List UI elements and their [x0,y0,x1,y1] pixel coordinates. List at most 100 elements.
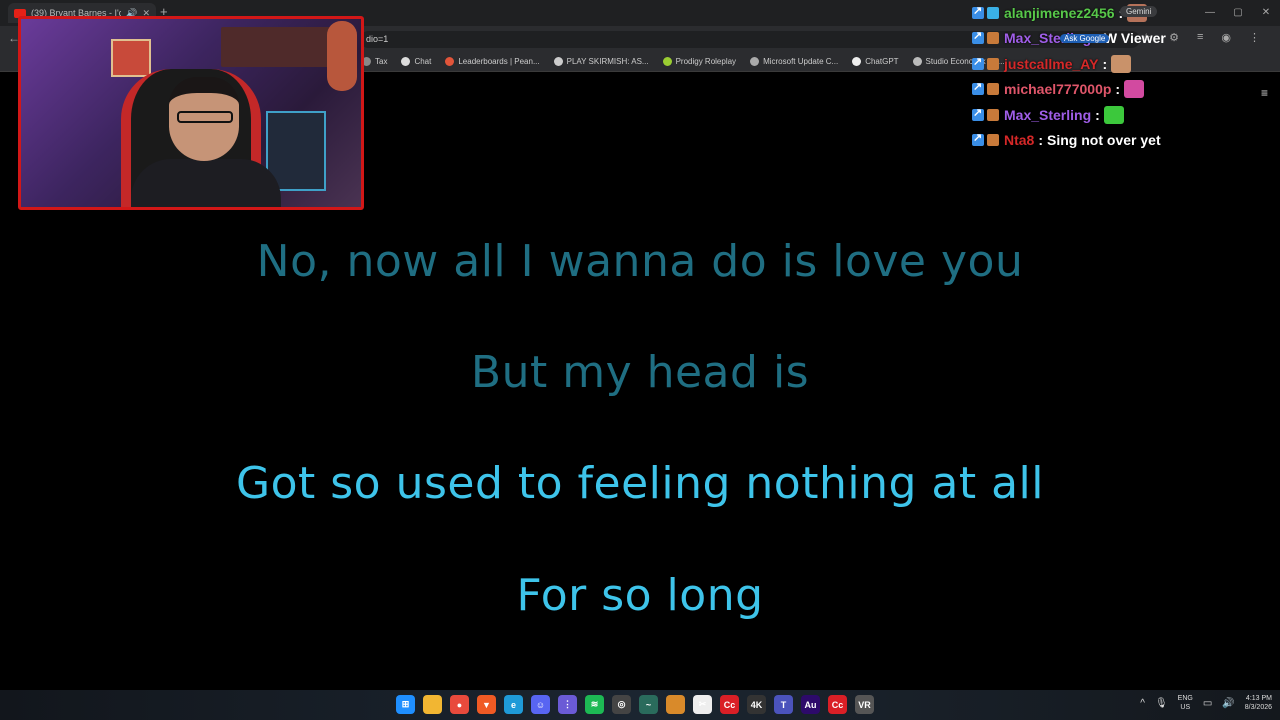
prime-badge-icon [972,106,984,121]
chat-message: Max_Sterling:W Viewer [972,26,1272,52]
chat-overlay: alanjimenez2456:Max_Sterling:W Viewerjus… [972,0,1272,153]
poster [111,39,151,77]
creative-cloud-icon[interactable]: Cc [720,695,739,714]
glasses [177,111,233,123]
clock[interactable]: 4:13 PM 8/3/2026 [1245,694,1272,712]
clock-time: 4:13 PM [1245,695,1272,702]
bookmark-label: Chat [414,57,432,66]
gemini-label: Gemini [1126,7,1152,16]
chat-username[interactable]: Max_Sterling [1004,107,1091,123]
bookmark-label: ChatGPT [865,57,899,66]
prime-badge-icon [972,131,984,147]
bookmark-favicon-icon [445,57,455,66]
prime-badge-icon [972,29,984,45]
emote-icon [1124,80,1145,99]
chat-message: justcallme_AY: [972,51,1272,77]
audition-icon[interactable]: Au [801,695,820,714]
chat-message: Nta8:Sing not over yet [972,128,1272,154]
chat-username[interactable]: alanjimenez2456 [1004,5,1115,21]
bookmark-label: Microsoft Update C... [763,57,839,66]
streamer-body [131,159,281,207]
4k-downloader-icon[interactable]: 4K [747,695,766,714]
spotify-icon[interactable]: ≋ [585,695,604,714]
vlc-icon[interactable]: VR [855,695,874,714]
bookmark-item[interactable]: Tax [362,57,387,66]
file-explorer-icon[interactable] [423,695,442,714]
bookmark-favicon-icon [553,57,563,66]
chat-username[interactable]: Nta8 [1004,132,1034,148]
chat-text: Sing not over yet [1047,132,1161,149]
brave-icon[interactable]: ▼ [477,695,496,714]
sub-badge-icon [987,57,999,70]
bookmark-item[interactable]: PLAY SKIRMISH: AS... [553,57,649,66]
webcam-overlay [18,16,364,210]
gemini-button[interactable]: Gemini [1120,6,1158,17]
chat-text: W Viewer [1103,30,1166,47]
chrome-icon[interactable]: ● [450,695,469,714]
bookmark-label: PLAY SKIRMISH: AS... [566,57,649,66]
clock-date: 8/3/2026 [1244,704,1272,711]
creative-cloud-alt-icon[interactable]: Cc [828,695,847,714]
bookmark-label: Leaderboards | Pean... [458,57,540,66]
bookmark-item[interactable]: Microsoft Update C... [750,57,838,66]
apps-grid-icon[interactable]: ⋮ [558,695,577,714]
audio-app-icon[interactable]: ~ [639,695,658,714]
obs-icon[interactable]: ◎ [612,695,631,714]
taskbar-apps: ⊞ ● ▼ e ☺ ⋮ ≋ ◎ ~ ✂ Cc 4K T Au Cc VR [396,695,874,714]
emote-icon [1103,105,1124,124]
chat-message: michael777000p: [972,77,1272,103]
bookmark-label: Prodigy Roleplay [675,57,737,66]
sub-badge-icon [987,32,999,45]
chevron-up-icon[interactable]: ^ [1140,698,1145,709]
lyric-line-4: For so long [516,570,764,621]
shelf [221,27,341,67]
prime-badge-icon [972,55,984,70]
language-region: US [1180,704,1191,711]
language-indicator[interactable]: ENG US [1178,694,1193,712]
lyric-line-1: No, now all I wanna do is love you [256,236,1024,287]
screen: (39) Bryant Barnes - I'd Rat... 🔊 ✕ + — … [0,0,1280,720]
ask-google-label: Ask Google [1064,34,1106,43]
bookmark-favicon-icon [750,57,760,66]
teams-icon[interactable]: T [774,695,793,714]
chat-username[interactable]: michael777000p [1004,81,1111,97]
discord-icon[interactable]: ☺ [531,695,550,714]
sub-badge-icon [987,108,999,121]
bookmark-item[interactable]: ChatGPT [852,57,899,66]
chat-separator: : [1038,132,1044,149]
network-icon[interactable]: ▭ [1203,698,1212,709]
folder-icon[interactable] [666,695,685,714]
chat-separator: : [1115,81,1121,98]
chat-username[interactable]: justcallme_AY [1004,56,1098,72]
url-text: dio=1 [366,34,389,44]
bookmark-item[interactable]: Chat [401,57,431,66]
bookmark-label: Tax [375,57,388,66]
edge-icon[interactable]: e [504,695,523,714]
volume-icon[interactable]: 🔊 [1222,698,1234,709]
lyric-line-3: Got so used to feeling nothing at all [235,458,1044,509]
bookmark-favicon-icon [662,57,672,66]
chat-message: Max_Sterling: [972,102,1272,128]
bookmark-item[interactable]: Leaderboards | Pean... [445,57,540,66]
taskbar: ⊞ ● ▼ e ☺ ⋮ ≋ ◎ ~ ✂ Cc 4K T Au Cc VR ^ 🎙 ENG US ▭ 🔊 4:1… [0,690,1280,720]
emote-icon [1111,54,1132,73]
prime-badge-icon [972,80,984,96]
bookmark-favicon-icon [912,57,922,66]
sub-badge-icon [987,6,999,19]
system-tray: ^ 🎙 ENG US ▭ 🔊 4:13 PM 8/3/2026 [1140,694,1272,712]
bookmark-favicon-icon [401,57,411,66]
chat-separator: : [1095,106,1100,123]
microphone-icon[interactable]: 🎙 [1155,698,1168,709]
lyric-line-2: But my head is [470,347,810,398]
bookmark-favicon-icon [852,57,862,66]
guitar [327,21,357,91]
chat-separator: : [1102,55,1108,72]
bookmark-item[interactable]: Prodigy Roleplay [662,57,737,66]
sub-badge-icon [987,134,999,147]
sub-badge-icon [987,83,999,96]
start-icon[interactable]: ⊞ [396,695,415,714]
language-code: ENG [1177,695,1193,702]
prime-badge-icon [972,4,984,19]
ask-google-button[interactable]: Ask Google [1060,34,1110,43]
capcut-icon[interactable]: ✂ [693,695,712,714]
